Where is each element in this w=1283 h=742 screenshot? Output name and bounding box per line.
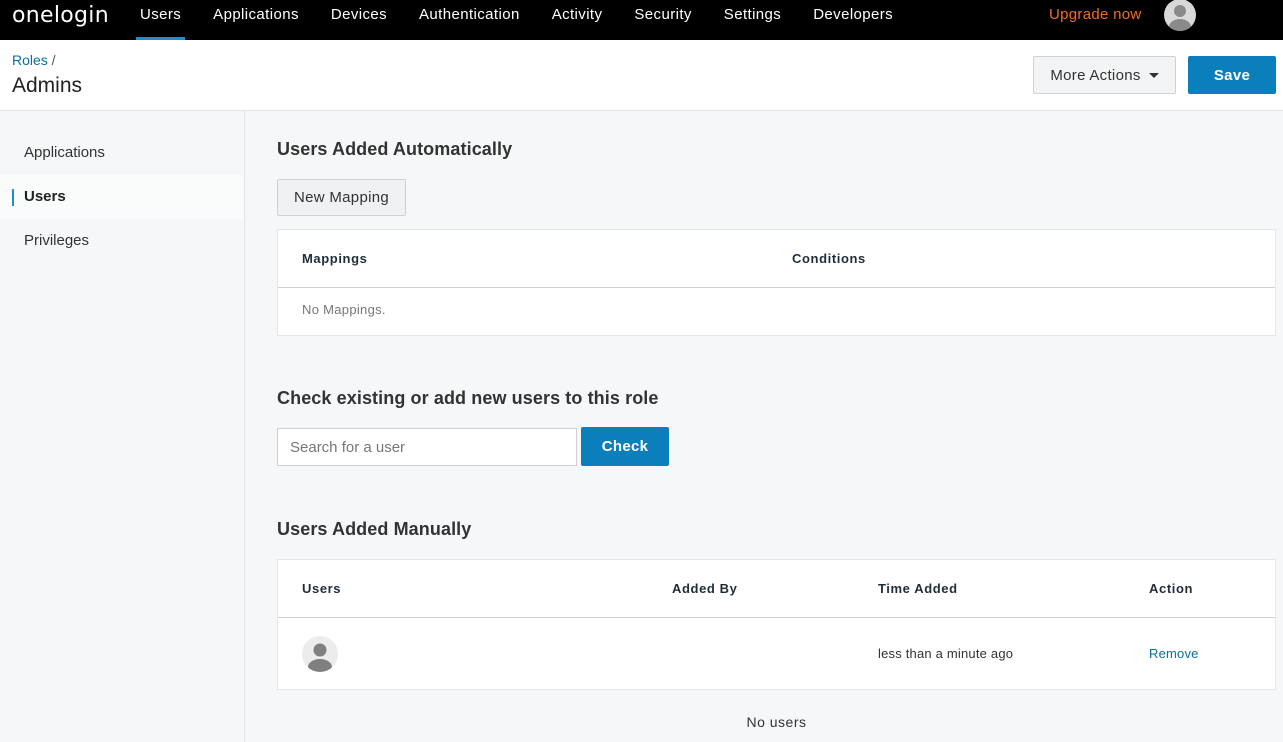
sidebar-item-users[interactable]: Users <box>0 175 244 219</box>
more-actions-button[interactable]: More Actions <box>1033 56 1176 94</box>
no-mappings-text: No Mappings. <box>302 302 386 317</box>
time-added-cell: less than a minute ago <box>878 646 1014 661</box>
section-title-check: Check existing or add new users to this … <box>277 388 659 408</box>
nav-item-security[interactable]: Security <box>618 0 707 40</box>
mappings-table: Mappings Conditions No Mappings. <box>277 229 1276 336</box>
nav-menu: Users Applications Devices Authenticatio… <box>124 0 909 40</box>
person-icon <box>308 643 332 672</box>
user-avatar-icon <box>302 636 338 672</box>
person-icon <box>1169 5 1191 31</box>
nav-item-authentication[interactable]: Authentication <box>403 0 536 40</box>
column-header-users: Users <box>302 581 342 596</box>
upgrade-now-link[interactable]: Upgrade now <box>1049 0 1142 40</box>
sidebar: Applications Users Privileges <box>0 111 245 742</box>
breadcrumb-roles-link[interactable]: Roles <box>12 52 48 68</box>
breadcrumb: Roles / <box>12 52 56 68</box>
column-header-added-by: Added By <box>672 581 738 596</box>
more-actions-label: More Actions <box>1050 66 1141 84</box>
nav-item-devices[interactable]: Devices <box>315 0 403 40</box>
column-header-action: Action <box>1149 581 1194 596</box>
header-divider <box>278 617 1275 618</box>
breadcrumb-separator: / <box>47 52 56 68</box>
no-users-text: No users <box>746 714 807 730</box>
manual-users-table: Users Added By Time Added Action less th… <box>277 559 1276 690</box>
page-header: Roles / Admins More Actions Save <box>0 40 1283 111</box>
nav-item-activity[interactable]: Activity <box>536 0 619 40</box>
user-avatar-icon[interactable] <box>1164 0 1196 31</box>
nav-item-users[interactable]: Users <box>124 0 197 40</box>
column-header-mappings: Mappings <box>302 251 368 266</box>
search-user-input[interactable] <box>277 428 577 466</box>
onelogin-logo[interactable]: onelogin <box>12 3 109 28</box>
check-button[interactable]: Check <box>581 427 669 466</box>
nav-item-settings[interactable]: Settings <box>708 0 797 40</box>
caret-down-icon <box>1148 72 1159 78</box>
new-mapping-button[interactable]: New Mapping <box>277 179 406 216</box>
column-header-conditions: Conditions <box>792 251 866 266</box>
nav-item-developers[interactable]: Developers <box>797 0 909 40</box>
remove-user-link[interactable]: Remove <box>1149 646 1199 661</box>
header-divider <box>278 287 1275 288</box>
sidebar-item-applications[interactable]: Applications <box>0 131 244 175</box>
sidebar-item-privileges[interactable]: Privileges <box>0 219 244 263</box>
section-title-auto: Users Added Automatically <box>277 139 513 159</box>
column-header-time-added: Time Added <box>878 581 958 596</box>
section-title-manual: Users Added Manually <box>277 519 472 539</box>
save-button[interactable]: Save <box>1188 56 1276 94</box>
page-title: Admins <box>12 74 83 97</box>
nav-item-applications[interactable]: Applications <box>197 0 315 40</box>
top-navigation: onelogin Users Applications Devices Auth… <box>0 0 1283 40</box>
